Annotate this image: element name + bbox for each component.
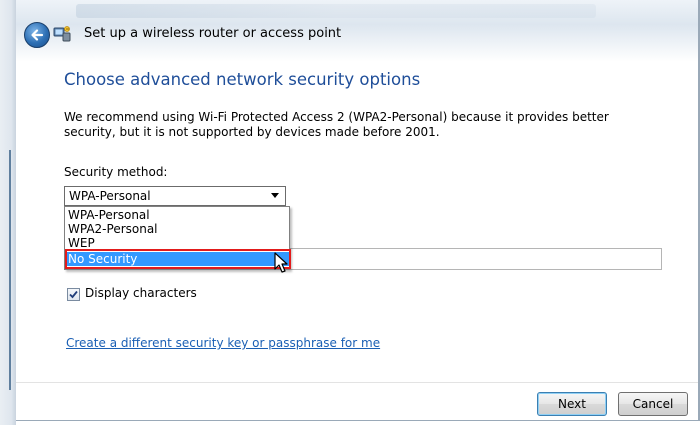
page-description: We recommend using Wi-Fi Protected Acces… <box>64 110 609 139</box>
option-wpa2-personal[interactable]: WPA2-Personal <box>65 222 289 236</box>
blurred-address-bar <box>76 4 596 18</box>
display-characters-label[interactable]: Display characters <box>85 286 197 300</box>
cancel-button[interactable]: Cancel <box>618 392 688 416</box>
annotation-highlight-box <box>65 249 291 269</box>
footer-divider <box>16 382 698 383</box>
security-method-label: Security method: <box>64 165 168 179</box>
wizard-window: Set up a wireless router or access point… <box>16 0 700 421</box>
checkmark-icon <box>69 290 78 299</box>
chevron-down-icon[interactable] <box>271 193 279 198</box>
create-different-key-link[interactable]: Create a different security key or passp… <box>66 336 380 350</box>
option-wpa-personal[interactable]: WPA-Personal <box>65 208 289 222</box>
mouse-pointer-icon <box>274 252 288 273</box>
back-arrow-icon <box>31 29 44 41</box>
display-characters-checkbox[interactable] <box>67 288 80 301</box>
option-wep[interactable]: WEP <box>65 236 289 250</box>
background-edge-stripe <box>9 150 11 390</box>
background-window-edge <box>0 0 16 425</box>
window-title: Set up a wireless router or access point <box>84 26 342 41</box>
back-button[interactable] <box>24 22 50 48</box>
next-button[interactable]: Next <box>537 392 607 416</box>
page-heading: Choose advanced network security options <box>64 70 421 89</box>
security-method-value: WPA-Personal <box>69 189 151 203</box>
network-wizard-icon <box>53 26 71 42</box>
security-method-select[interactable]: WPA-Personal <box>64 186 286 206</box>
title-bar: Set up a wireless router or access point <box>16 0 698 62</box>
